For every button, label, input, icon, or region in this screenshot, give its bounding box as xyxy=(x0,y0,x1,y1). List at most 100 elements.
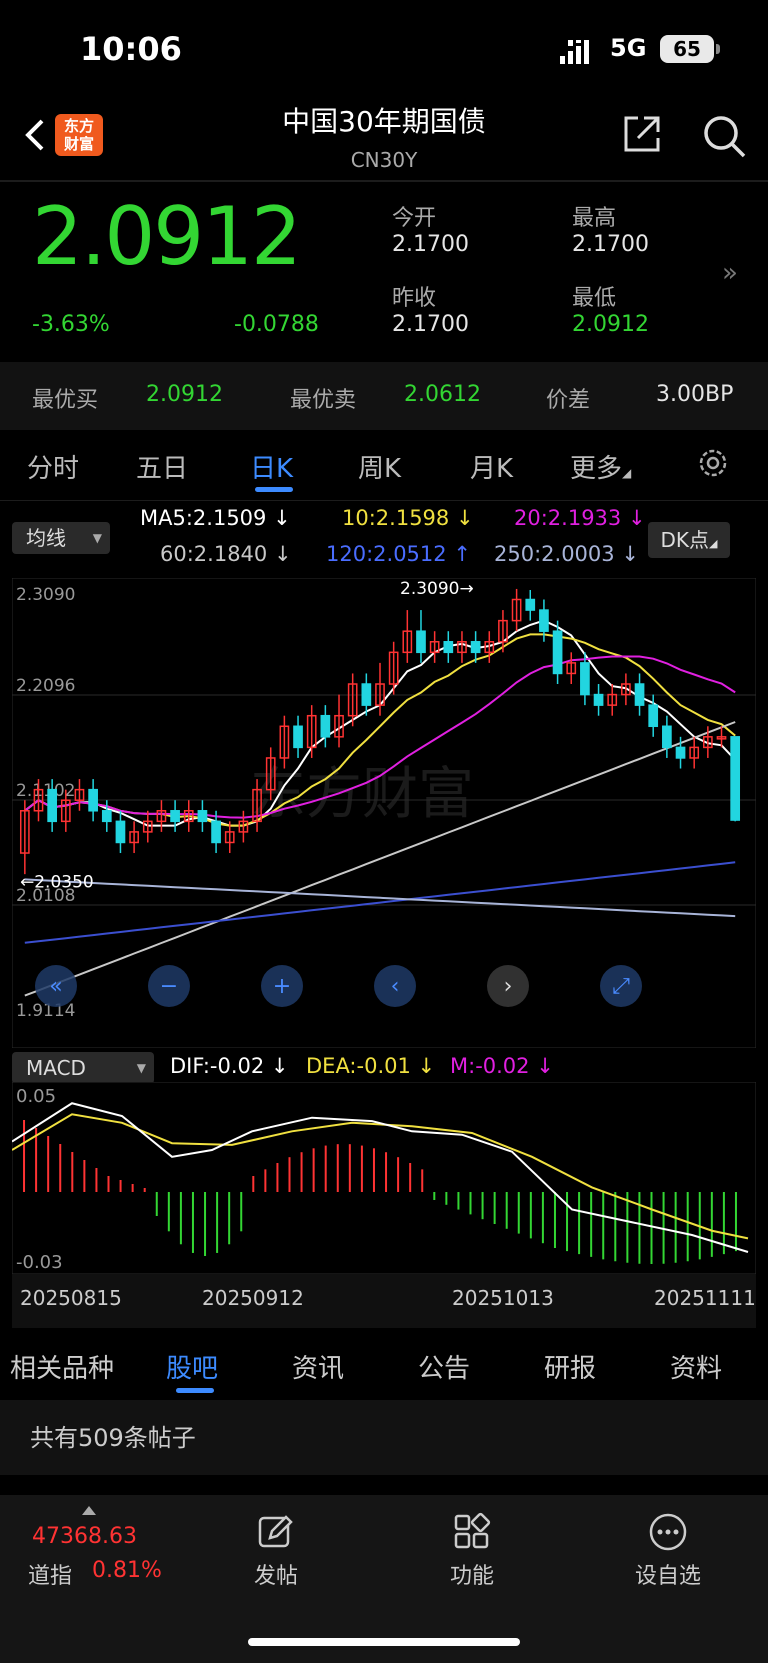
add-watchlist-button[interactable]: 设自选 xyxy=(628,1558,708,1590)
tab-weekly-k[interactable]: 周K xyxy=(358,448,401,485)
tab-profile[interactable]: 资料 xyxy=(670,1348,722,1385)
posts-count[interactable]: 共有509条帖子 xyxy=(30,1418,196,1453)
best-ask-value: 2.0612 xyxy=(404,382,481,407)
ma10-value: 10:2.1598 ↓ xyxy=(342,506,474,530)
low-value: 2.0912 xyxy=(572,312,649,337)
ma-selector[interactable]: 均线 ▼ xyxy=(12,522,110,554)
candle-body xyxy=(648,704,659,728)
candle-body xyxy=(580,662,590,696)
settings-icon[interactable] xyxy=(696,446,730,480)
zoom-back-icon-glyph: « xyxy=(49,974,62,999)
candle-body xyxy=(101,810,112,823)
fullscreen-icon-glyph: ⤢ xyxy=(612,974,630,999)
macd-chart[interactable]: 0.05 -0.03 xyxy=(12,1082,756,1274)
y-tick-label: 2.2096 xyxy=(16,676,75,696)
ma5-value: MA5:2.1509 ↓ xyxy=(140,506,291,530)
macd-dea: DEA:-0.01 ↓ xyxy=(306,1054,436,1078)
tab-research[interactable]: 研报 xyxy=(544,1348,596,1385)
share-icon[interactable] xyxy=(620,112,664,156)
scroll-left-icon-glyph: ‹ xyxy=(391,974,400,999)
macd-top-label: 0.05 xyxy=(16,1086,56,1107)
prev-close-value: 2.1700 xyxy=(392,312,469,337)
candle-body xyxy=(470,641,481,654)
expand-up-icon[interactable] xyxy=(82,1506,96,1515)
candle-body xyxy=(634,683,645,706)
candlestick-chart[interactable]: 东方财富 2.30902.20962.11022.01081.9114 2.30… xyxy=(12,578,756,1048)
macd-m: M:-0.02 ↓ xyxy=(450,1054,554,1078)
candle-body xyxy=(416,630,426,654)
best-bid-value: 2.0912 xyxy=(146,382,223,407)
y-tick-label: 2.1102 xyxy=(16,781,75,801)
tab-news[interactable]: 资讯 xyxy=(292,1348,344,1385)
tab-five-day[interactable]: 五日 xyxy=(136,448,188,485)
functions-button[interactable]: 功能 xyxy=(442,1558,502,1590)
ma120-value: 120:2.0512 ↑ xyxy=(326,542,471,566)
more-icon[interactable] xyxy=(648,1512,688,1552)
candle-body xyxy=(593,693,604,706)
tab-monthly-k[interactable]: 月K xyxy=(470,448,513,485)
network-type: 5G xyxy=(610,34,647,62)
candle-body xyxy=(47,788,57,823)
candle-body xyxy=(293,725,303,749)
date-label: 20251013 xyxy=(452,1286,554,1310)
index-name[interactable]: 道指 xyxy=(28,1558,72,1590)
search-icon[interactable] xyxy=(700,112,748,160)
divider xyxy=(0,180,768,182)
macd-bottom-label: -0.03 xyxy=(16,1252,63,1273)
chevron-right-icon[interactable]: » xyxy=(722,258,738,288)
ma20-value: 20:2.1933 ↓ xyxy=(514,506,646,530)
candle-body xyxy=(525,598,536,611)
candle-body xyxy=(170,810,180,823)
macd-dif: DIF:-0.02 ↓ xyxy=(170,1054,289,1078)
prev-close-label: 昨收 xyxy=(392,286,437,311)
edit-post-icon[interactable] xyxy=(256,1512,296,1552)
battery-icon: 65 xyxy=(660,35,714,63)
candle-body xyxy=(662,725,672,749)
macd-selector[interactable]: MACD ▼ xyxy=(12,1052,154,1084)
tab-forum[interactable]: 股吧 xyxy=(166,1348,218,1385)
last-price: 2.0912 xyxy=(32,190,302,283)
ma250-value: 250:2.0003 ↓ xyxy=(494,542,639,566)
price-annotation: ←2.0350 xyxy=(20,872,94,892)
y-tick-label: 2.3090 xyxy=(16,585,75,605)
candle-body xyxy=(552,630,563,675)
spread-value: 3.00BP xyxy=(656,382,734,407)
scroll-right-icon-glyph: › xyxy=(504,974,513,999)
open-label: 今开 xyxy=(392,206,437,231)
active-tab-indicator xyxy=(176,1388,214,1393)
zoom-in-icon-glyph: + xyxy=(273,974,291,999)
date-label: 20251111 xyxy=(654,1286,756,1310)
tab-related[interactable]: 相关品种 xyxy=(10,1348,114,1385)
tab-announcements[interactable]: 公告 xyxy=(418,1348,470,1385)
chart-tabs: 分时 五日 日K 周K 月K 更多◢ xyxy=(0,430,768,500)
candle-body xyxy=(320,714,331,738)
low-label: 最低 xyxy=(572,286,617,311)
high-label: 最高 xyxy=(572,206,617,231)
spread-label: 价差 xyxy=(546,388,591,413)
index-value[interactable]: 47368.63 xyxy=(32,1524,137,1549)
watermark: 东方财富 xyxy=(250,762,474,827)
ma60-value: 60:2.1840 ↓ xyxy=(160,542,292,566)
tab-daily-k[interactable]: 日K xyxy=(250,448,293,485)
candle-body xyxy=(197,810,208,823)
dk-point-button[interactable]: DK点◢ xyxy=(648,522,730,558)
index-change: 0.81% xyxy=(92,1558,162,1583)
active-tab-indicator xyxy=(255,487,293,492)
functions-icon[interactable] xyxy=(452,1512,492,1552)
home-indicator[interactable] xyxy=(248,1638,520,1646)
candle-body xyxy=(361,683,372,706)
price-annotation: 2.3090→ xyxy=(400,579,474,599)
bottom-tabs: 相关品种 股吧 资讯 公告 研报 资料 xyxy=(0,1330,768,1400)
status-time: 10:06 xyxy=(80,30,182,68)
tab-intraday[interactable]: 分时 xyxy=(27,448,79,485)
candle-body xyxy=(539,609,549,632)
tab-more[interactable]: 更多◢ xyxy=(570,448,631,485)
candle-body xyxy=(88,788,98,812)
candle-body xyxy=(115,820,126,844)
date-axis xyxy=(12,1274,756,1328)
divider xyxy=(0,500,768,501)
best-ask-label: 最优卖 xyxy=(290,388,357,413)
post-button[interactable]: 发帖 xyxy=(246,1558,306,1590)
signal-icon xyxy=(560,40,589,64)
change-percent: -3.63% xyxy=(32,312,110,337)
